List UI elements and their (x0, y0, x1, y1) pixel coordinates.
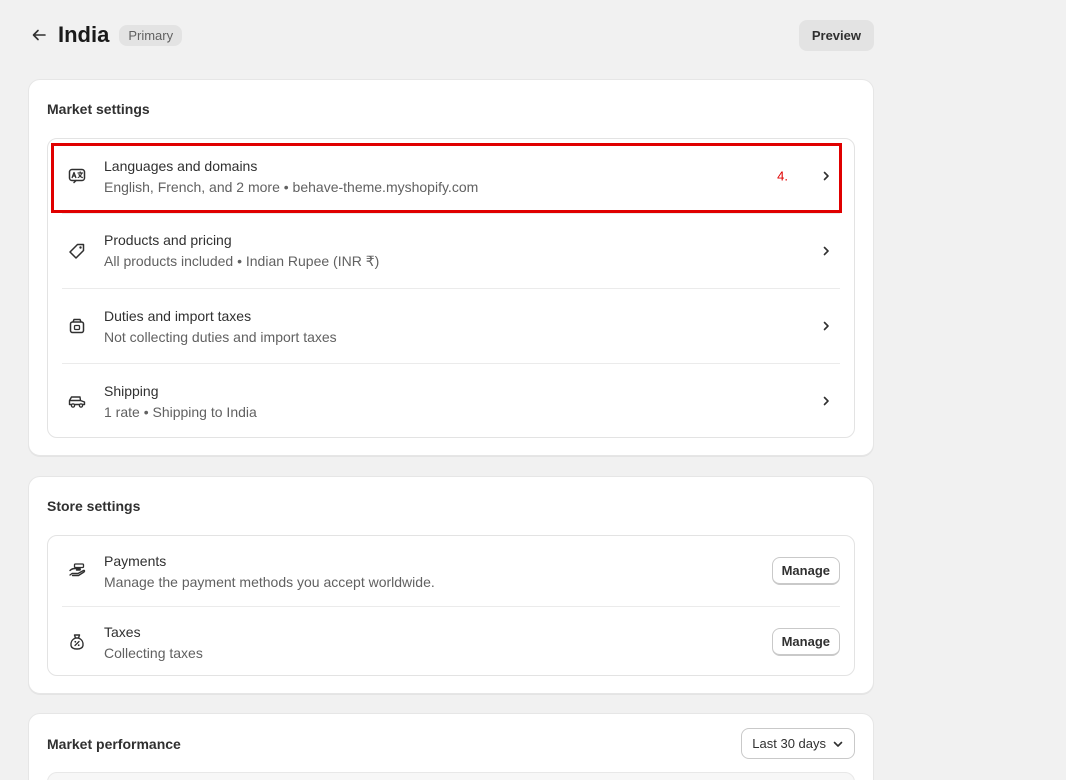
date-range-label: Last 30 days (752, 736, 826, 751)
page-header: India Primary Preview (28, 18, 874, 52)
market-settings-list: Languages and domains English, French, a… (47, 138, 855, 438)
market-settings-title: Market settings (47, 101, 150, 117)
market-settings-card: Market settings Languages and domains En… (28, 79, 874, 456)
payments-subtitle: Manage the payment methods you accept wo… (104, 573, 435, 590)
shipping-title: Shipping (104, 382, 159, 399)
market-detail-page: India Primary Preview Market settings La… (0, 0, 1066, 780)
payments-row: Payments Manage the payment methods you … (62, 536, 840, 606)
products-subtitle: All products included • Indian Rupee (IN… (104, 253, 380, 269)
package-icon (66, 315, 88, 337)
chevron-right-icon (818, 318, 834, 334)
performance-content (47, 772, 855, 780)
chevron-down-icon (833, 741, 843, 747)
shipping-subtitle: 1 rate • Shipping to India (104, 403, 257, 420)
back-arrow-icon[interactable] (28, 24, 50, 46)
taxes-title: Taxes (104, 623, 141, 640)
languages-subtitle: English, French, and 2 more • behave-the… (104, 178, 479, 195)
store-settings-list: Payments Manage the payment methods you … (47, 535, 855, 676)
payments-title: Payments (104, 552, 167, 569)
products-title: Products and pricing (104, 232, 232, 248)
duties-subtitle: Not collecting duties and import taxes (104, 328, 337, 345)
market-performance-title: Market performance (47, 736, 181, 752)
chevron-right-icon (818, 393, 834, 409)
market-performance-card: Market performance Last 30 days (28, 713, 874, 780)
taxes-manage-button[interactable]: Manage (771, 628, 840, 656)
languages-and-domains-row[interactable]: Languages and domains English, French, a… (62, 139, 840, 213)
taxes-subtitle: Collecting taxes (104, 644, 203, 661)
chevron-right-icon (818, 168, 834, 184)
tax-bag-icon (66, 631, 88, 653)
preview-button[interactable]: Preview (798, 19, 874, 51)
date-range-select[interactable]: Last 30 days (741, 728, 855, 759)
primary-badge: Primary (119, 24, 183, 46)
duties-title: Duties and import taxes (104, 307, 252, 324)
store-settings-card: Store settings Payments Manage the payme… (28, 476, 874, 694)
products-and-pricing-row[interactable]: Products and pricing All products includ… (62, 214, 840, 288)
page-title: India (58, 22, 110, 47)
duties-and-import-taxes-row[interactable]: Duties and import taxes Not collecting d… (62, 289, 840, 363)
chevron-right-icon (818, 243, 834, 259)
languages-title: Languages and domains (104, 157, 258, 174)
store-settings-title: Store settings (47, 498, 141, 514)
price-tag-icon (66, 240, 88, 262)
payments-manage-button[interactable]: Manage (771, 557, 840, 585)
translate-icon (66, 165, 88, 187)
payment-hand-icon (66, 560, 88, 582)
delivery-truck-icon (66, 390, 88, 412)
step-annotation: 4. (777, 168, 788, 184)
taxes-row: Taxes Collecting taxes Manage (62, 607, 840, 677)
shipping-row[interactable]: Shipping 1 rate • Shipping to India (62, 364, 840, 438)
